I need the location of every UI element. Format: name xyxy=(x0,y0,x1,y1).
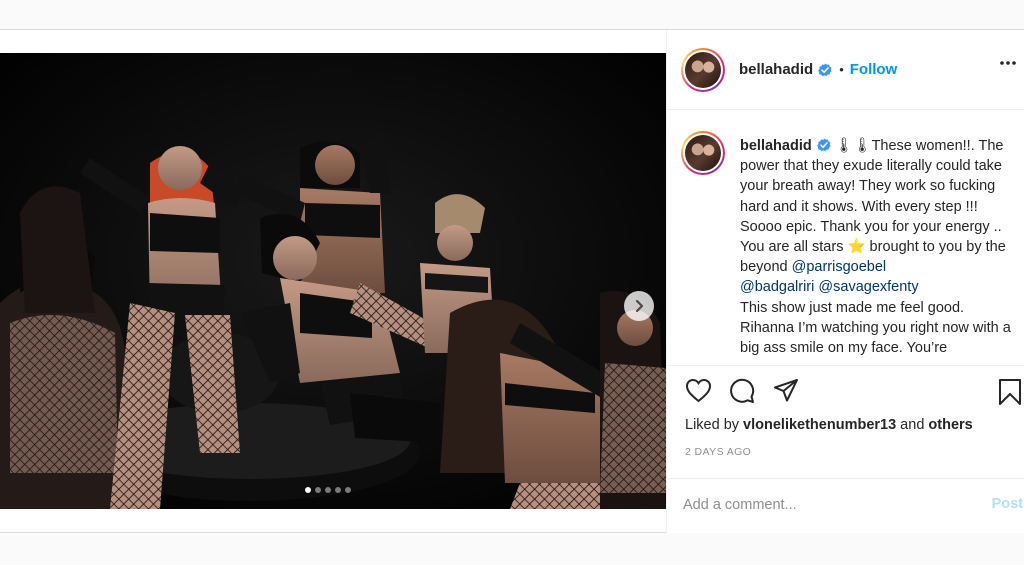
carousel-dot xyxy=(335,487,341,493)
avatar-photo xyxy=(685,51,721,88)
comments-section[interactable]: bellahadid 🌡🌡These women!!. The power th… xyxy=(667,111,1024,365)
carousel-next-button[interactable] xyxy=(624,291,654,321)
comment-bubble-icon[interactable] xyxy=(729,378,755,404)
liked-by-user[interactable]: vlonelikethenumber13 xyxy=(743,417,896,433)
page-background-bottom xyxy=(0,533,1024,565)
liked-by-others[interactable]: others xyxy=(928,417,972,433)
caption-text: 🌡🌡These women!!. The power that they exu… xyxy=(740,138,1004,256)
follow-button[interactable]: Follow xyxy=(850,61,898,78)
caption-username[interactable]: bellahadid xyxy=(740,138,812,154)
carousel-indicator xyxy=(305,487,351,493)
post-actions xyxy=(667,365,1024,421)
carousel-dot-active xyxy=(305,487,311,493)
post-header: bellahadid • Follow xyxy=(667,30,1024,110)
star-emoji: ⭐ xyxy=(847,239,866,256)
carousel-dot xyxy=(325,487,331,493)
comment-input[interactable] xyxy=(683,493,973,517)
avatar-photo xyxy=(685,135,721,171)
carousel-dot xyxy=(315,487,321,493)
caption-text: This show just made me feel good. Rihann… xyxy=(740,299,1011,357)
post-timestamp[interactable]: 2 DAYS AGO xyxy=(685,446,751,458)
mention-link[interactable]: @savagexfenty xyxy=(818,279,918,295)
likes-summary: Liked by vlonelikethenumber13 and others xyxy=(685,417,973,433)
post-media-carousel[interactable] xyxy=(0,53,666,509)
bookmark-icon[interactable] xyxy=(998,378,1022,406)
verified-badge-icon xyxy=(816,138,831,152)
post-photo xyxy=(0,53,666,509)
instagram-post: bellahadid • Follow bellahadid 🌡🌡These w… xyxy=(0,29,1024,534)
browser-top-strip xyxy=(0,0,1024,30)
chevron-right-icon xyxy=(635,299,644,313)
separator-dot: • xyxy=(839,62,844,77)
avatar[interactable] xyxy=(681,47,725,92)
more-options-icon[interactable] xyxy=(999,60,1017,66)
add-comment-bar: Post xyxy=(667,478,1024,534)
mention-link[interactable]: @badgalriri xyxy=(740,279,814,295)
paper-plane-icon[interactable] xyxy=(773,378,799,403)
caption-avatar[interactable] xyxy=(681,131,725,175)
mention-link[interactable]: @parrisgoebel xyxy=(792,259,887,275)
heart-icon[interactable] xyxy=(685,378,712,403)
post-caption: bellahadid 🌡🌡These women!!. The power th… xyxy=(740,136,1015,358)
post-comment-button[interactable]: Post xyxy=(992,496,1023,512)
carousel-dot xyxy=(345,487,351,493)
post-author-username[interactable]: bellahadid xyxy=(739,61,813,78)
verified-badge-icon xyxy=(818,63,832,76)
post-sidebar: bellahadid • Follow bellahadid 🌡🌡These w… xyxy=(666,30,1024,534)
